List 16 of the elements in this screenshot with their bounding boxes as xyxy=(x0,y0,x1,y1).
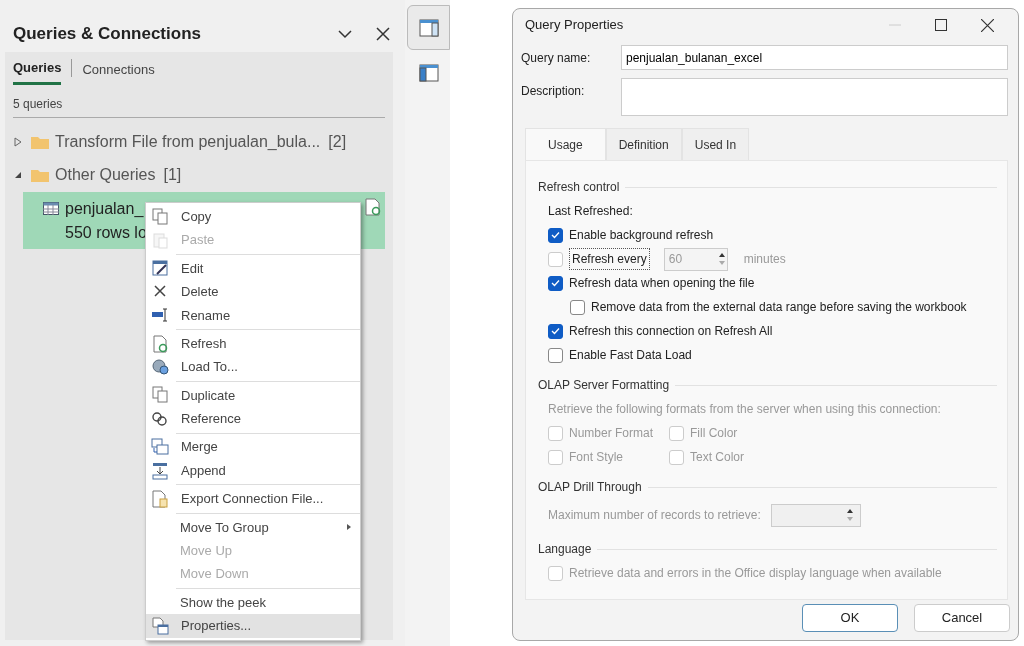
query-name: penjualan_ xyxy=(65,198,144,219)
section-heading: OLAP Drill Through xyxy=(538,479,642,496)
query-count: 5 queries xyxy=(13,84,385,118)
field-label: Query name: xyxy=(520,50,592,67)
dialog-title: Query Properties xyxy=(525,16,624,35)
group-count: [2] xyxy=(328,132,347,152)
group-count: [1] xyxy=(163,165,182,185)
section-heading: Language xyxy=(538,541,592,558)
field-label: Maximum number of records to retrieve: xyxy=(548,507,761,524)
section-heading: OLAP Server Formatting xyxy=(538,377,670,394)
section-text: Last Refreshed: xyxy=(548,203,633,220)
unit-label: minutes xyxy=(743,251,786,268)
pane-title: Queries & Connections xyxy=(13,23,201,46)
section-text: Retrieve the following formats from the server when using this connection: xyxy=(548,401,941,418)
field-label: Description: xyxy=(520,83,586,100)
section-heading: Refresh control xyxy=(538,179,620,196)
